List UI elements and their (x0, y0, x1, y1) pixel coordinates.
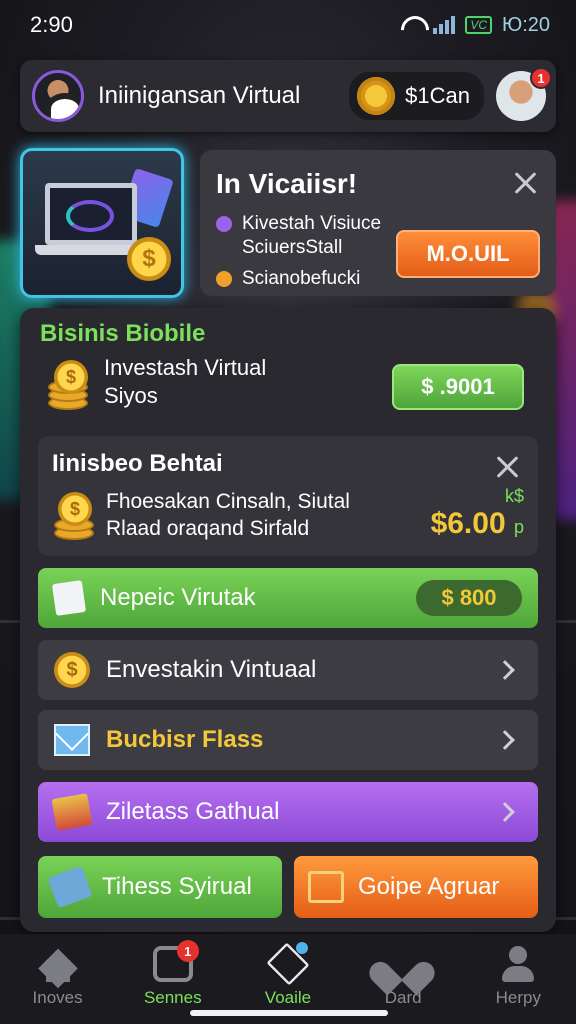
status-clock-right: Ю:20 (501, 13, 550, 36)
close-icon[interactable] (512, 170, 538, 196)
app-header: Iniinigansan Virtual $1Can 1 (20, 60, 556, 132)
info-card-title: Iinisbeo Behtai (52, 450, 223, 477)
battery-icon: VC (465, 16, 492, 34)
chevron-right-icon (495, 802, 515, 822)
offer-price-button[interactable]: $ .9001 (392, 364, 524, 410)
menu-item-label: Bucbisr Flass (106, 726, 264, 753)
promo-bullet-text: Kivestah Visiuce SciuersStall (242, 213, 382, 258)
orange-dot-icon (216, 271, 232, 287)
nav-badge: 1 (176, 940, 199, 962)
close-icon[interactable] (494, 454, 520, 480)
button-label: Tihess Syirual (102, 873, 252, 900)
chevron-right-icon (495, 730, 515, 750)
price-small: k$ (504, 486, 524, 506)
nav-label: Sennes (143, 988, 202, 1007)
promo-image[interactable]: $ (20, 148, 184, 298)
menu-item-label: Ziletass Gathual (106, 798, 280, 825)
nav-label: Herpy (495, 988, 542, 1007)
price-box: k$ $6.00 p (431, 486, 524, 541)
menu-item-nepeic[interactable]: Nepeic Virutak $ 800 (38, 568, 538, 628)
nav-item-sennes[interactable]: 1 Sennes (123, 940, 223, 1008)
coin-stack-icon: $ (52, 490, 100, 540)
document-icon (51, 580, 87, 616)
user-avatar[interactable] (32, 70, 84, 122)
price-big: $6.00 p (431, 507, 524, 541)
book-icon (51, 793, 93, 831)
gear-coin-icon (357, 77, 396, 115)
menu-item-label: Nepeic Virutak (100, 584, 256, 611)
promo-card: In Vicaiisr! Kivestah Visiuce SciuersSta… (200, 150, 556, 296)
coin-icon: $ (54, 652, 90, 688)
info-line1: Fhoesakan Cinsaln, Siutal (106, 490, 350, 513)
tihess-button[interactable]: Tihess Syirual (38, 856, 282, 918)
nav-item-herpy[interactable]: Herpy (468, 946, 568, 1008)
menu-item-label: Envestakin Vintuaal (106, 656, 317, 683)
menu-item-bucbisr[interactable]: Bucbisr Flass (38, 710, 538, 770)
status-right: VC Ю:20 (401, 14, 550, 37)
promo-title: In Vicaiisr! (216, 168, 358, 199)
info-line2: Rlaad oraqand Sirfald (106, 517, 310, 540)
home-icon (38, 946, 78, 982)
menu-item-ziletass[interactable]: Ziletass Gathual (38, 782, 538, 842)
box-icon (47, 865, 93, 909)
coin-icon: $ (127, 237, 171, 281)
nav-label: Inoves (32, 988, 83, 1007)
nav-item-dard[interactable]: Dard (353, 946, 453, 1008)
coin-stack-icon: $ (46, 360, 94, 410)
nav-label: Voaile (264, 988, 312, 1007)
coin-balance-chip[interactable]: $1Can (349, 72, 484, 120)
home-indicator[interactable] (190, 1010, 388, 1016)
offer-text: Investash Virtual Siyos (104, 354, 266, 410)
price-value: $6.00 (430, 507, 506, 540)
status-time: 2:90 (30, 12, 73, 37)
laptop-icon (45, 183, 137, 245)
nav-item-inoves[interactable]: Inoves (8, 946, 108, 1008)
chevron-right-icon (495, 660, 515, 680)
nav-item-voaile[interactable]: Voaile (238, 942, 338, 1008)
notification-badge: 1 (530, 67, 552, 89)
signal-icon (433, 16, 456, 34)
button-label: Goipe Agruar (358, 873, 500, 900)
purple-dot-icon (216, 216, 232, 232)
offer-line1: Investash Virtual (104, 355, 267, 380)
user-icon (498, 946, 538, 982)
mail-icon (54, 724, 90, 756)
coin-face: $ (58, 492, 92, 526)
coin-face: $ (54, 360, 88, 394)
heart-icon (383, 946, 423, 982)
nav-dot (295, 942, 308, 954)
house-icon (308, 871, 344, 903)
profile-avatar-button[interactable]: 1 (496, 67, 552, 121)
status-bar: 2:90 VC Ю:20 (0, 0, 576, 50)
offer-line2: Siyos (104, 383, 158, 408)
coin-balance: $1Can (405, 83, 470, 108)
info-card-text: Fhoesakan Cinsaln, Siutal Rlaad oraqand … (106, 488, 350, 542)
price-suffix: p (513, 517, 524, 537)
info-card: Iinisbeo Behtai $ Fhoesakan Cinsaln, Siu… (38, 436, 538, 556)
promo-bullet-text: Scianobefucki (242, 268, 361, 289)
page-title: Iniinigansan Virtual (98, 82, 301, 109)
wifi-icon (401, 16, 423, 34)
promo-action-button[interactable]: M.O.UIL (396, 230, 540, 278)
main-panel: Bisinis Biobile $ Investash Virtual Siyo… (20, 308, 556, 932)
menu-item-envestakin[interactable]: $ Envestakin Vintuaal (38, 640, 538, 700)
section-title: Bisinis Biobile (40, 320, 206, 347)
goipe-button[interactable]: Goipe Agruar (294, 856, 538, 918)
price-pill: $ 800 (416, 580, 522, 616)
